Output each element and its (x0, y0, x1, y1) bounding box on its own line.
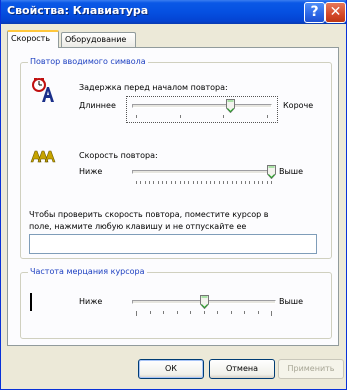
slider-tick (166, 181, 167, 184)
slider-tick (206, 181, 207, 184)
repeat-delay-icon (30, 77, 56, 105)
slider-tick (210, 181, 211, 184)
repeat-rate-icon (30, 149, 56, 165)
repeat-rate-label: Скорость повтора: (79, 151, 158, 160)
repeat-rate-faster-label: Выше (279, 167, 304, 176)
repeat-rate-slider[interactable] (132, 165, 276, 187)
help-button[interactable]: ? (304, 2, 325, 23)
tab-hardware[interactable]: Оборудование (61, 32, 136, 47)
slider-tick (267, 181, 268, 184)
keyboard-properties-window: Свойства: Клавиатура ? ✕ Скорость Оборуд… (0, 0, 347, 390)
character-repeat-group-label: Повтор вводимого символа (28, 57, 148, 66)
slider-tick (140, 181, 141, 184)
slider-tick (175, 181, 176, 184)
repeat-delay-thumb[interactable] (226, 99, 235, 113)
repeat-test-input[interactable] (29, 234, 317, 254)
cursor-blink-preview (30, 293, 32, 311)
slider-tick (231, 311, 232, 314)
slider-tick (254, 181, 255, 184)
slider-tick (271, 181, 272, 184)
ok-button[interactable]: ОК (138, 359, 204, 379)
slider-tick (145, 181, 146, 184)
close-button[interactable]: ✕ (325, 2, 346, 23)
slider-tick (223, 181, 224, 184)
slider-tick (223, 115, 224, 118)
slider-tick (245, 181, 246, 184)
tab-panel: Повтор вводимого символа Задержка перед … (7, 47, 339, 346)
slider-tick (193, 181, 194, 184)
slider-tick (190, 311, 191, 314)
cursor-blink-group-label: Частота мерцания курсора (28, 267, 147, 276)
slider-tick (188, 181, 189, 184)
slider-tick (244, 311, 245, 314)
slider-tick (204, 311, 205, 314)
slider-tick (149, 181, 150, 184)
title-bar[interactable]: Свойства: Клавиатура ? ✕ (1, 0, 346, 24)
repeat-rate-ticks (136, 181, 272, 185)
slider-tick (262, 181, 263, 184)
slider-tick (150, 311, 151, 314)
cursor-blink-slower-label: Ниже (79, 297, 103, 306)
repeat-rate-thumb[interactable] (267, 165, 276, 179)
slider-tick (214, 181, 215, 184)
repeat-delay-longer-label: Длиннее (79, 101, 116, 110)
slider-tick (184, 181, 185, 184)
slider-tick (241, 181, 242, 184)
slider-tick (177, 311, 178, 314)
slider-tick (171, 181, 172, 184)
slider-tick (236, 181, 237, 184)
slider-tick (267, 115, 268, 118)
cursor-blink-faster-label: Выше (279, 297, 304, 306)
repeat-rate-slower-label: Ниже (79, 167, 103, 176)
slider-tick (271, 311, 272, 316)
slider-tick (136, 115, 137, 118)
slider-tick (227, 181, 228, 184)
repeat-delay-shorter-label: Короче (283, 101, 314, 110)
repeat-delay-slider[interactable] (132, 99, 272, 121)
slider-tick (258, 181, 259, 184)
slider-tick (136, 181, 137, 184)
repeat-test-hint-line2: поле, нажмите любую клавишу и не отпуска… (29, 222, 247, 231)
slider-tick (162, 181, 163, 184)
slider-tick (201, 181, 202, 184)
repeat-test-hint-line1: Чтобы проверить скорость повтора, помест… (29, 210, 269, 219)
cursor-blink-thumb[interactable] (200, 295, 209, 309)
repeat-rate-track (132, 170, 276, 174)
cancel-button[interactable]: Отмена (209, 359, 275, 379)
slider-tick (136, 311, 137, 316)
slider-tick (217, 311, 218, 314)
slider-tick (158, 181, 159, 184)
slider-tick (180, 181, 181, 184)
slider-tick (232, 181, 233, 184)
repeat-delay-label: Задержка перед началом повтора: (79, 83, 228, 92)
tab-speed[interactable]: Скорость (7, 30, 59, 48)
slider-tick (258, 311, 259, 314)
slider-tick (219, 181, 220, 184)
slider-tick (249, 181, 250, 184)
slider-tick (197, 181, 198, 184)
apply-button[interactable]: Применить (278, 359, 344, 379)
cursor-blink-slider[interactable] (132, 295, 276, 321)
window-title: Свойства: Клавиатура (7, 4, 149, 17)
repeat-delay-ticks (136, 115, 268, 119)
slider-tick (180, 115, 181, 118)
slider-tick (153, 181, 154, 184)
cursor-blink-ticks (136, 311, 272, 316)
slider-tick (163, 311, 164, 314)
repeat-delay-track (132, 104, 272, 108)
